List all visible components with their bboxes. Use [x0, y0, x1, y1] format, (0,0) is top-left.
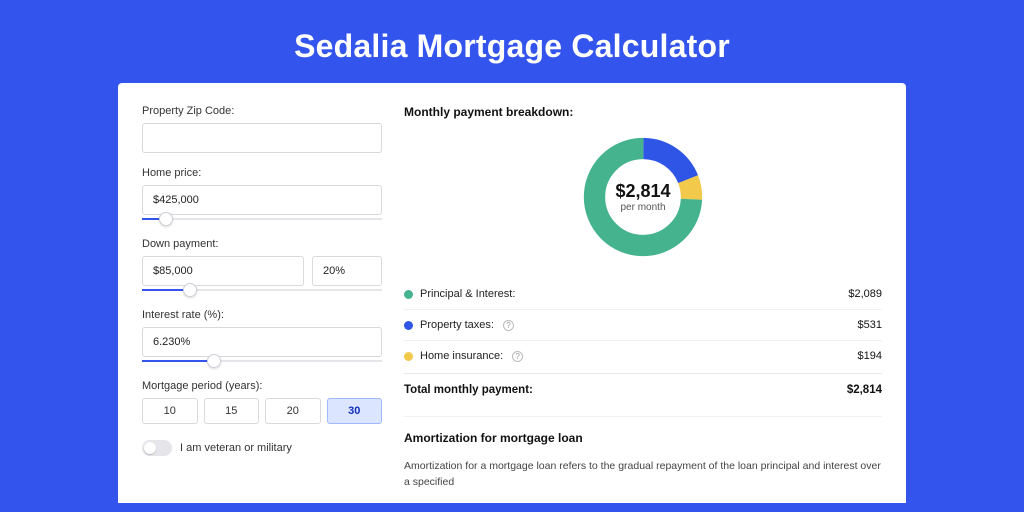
home-price-slider[interactable] [142, 214, 382, 224]
interest-rate-input[interactable] [142, 327, 382, 357]
down-payment-pct-input[interactable] [312, 256, 382, 286]
legend-label: Home insurance: [420, 350, 503, 362]
period-option-30[interactable]: 30 [327, 398, 383, 424]
veteran-toggle[interactable] [142, 440, 172, 456]
legend-dot-icon [404, 321, 413, 330]
down-payment-input[interactable] [142, 256, 304, 286]
interest-rate-field: Interest rate (%): [142, 309, 382, 366]
amortization-text: Amortization for a mortgage loan refers … [404, 459, 882, 491]
legend-row: Property taxes:? $531 [404, 310, 882, 341]
divider [404, 416, 882, 417]
slider-thumb[interactable] [183, 283, 197, 297]
total-row: Total monthly payment: $2,814 [404, 373, 882, 410]
legend-value: $2,089 [848, 288, 882, 300]
legend-label: Property taxes: [420, 319, 494, 331]
slider-thumb[interactable] [207, 354, 221, 368]
home-price-label: Home price: [142, 167, 382, 179]
home-price-input[interactable] [142, 185, 382, 215]
zip-input[interactable] [142, 123, 382, 153]
donut-sub: per month [620, 202, 665, 213]
info-icon[interactable]: ? [503, 320, 514, 331]
down-payment-field: Down payment: [142, 238, 382, 295]
legend-row: Principal & Interest: $2,089 [404, 279, 882, 310]
period-field: Mortgage period (years): 10152030 [142, 380, 382, 424]
legend-value: $531 [858, 319, 882, 331]
legend-value: $194 [858, 350, 882, 362]
zip-field: Property Zip Code: [142, 105, 382, 153]
total-label: Total monthly payment: [404, 384, 533, 396]
amortization-title: Amortization for mortgage loan [404, 431, 882, 445]
donut-chart: $2,814 per month [404, 133, 882, 261]
period-options: 10152030 [142, 398, 382, 424]
period-option-15[interactable]: 15 [204, 398, 260, 424]
interest-rate-label: Interest rate (%): [142, 309, 382, 321]
home-price-field: Home price: [142, 167, 382, 224]
period-label: Mortgage period (years): [142, 380, 382, 392]
veteran-row: I am veteran or military [142, 440, 382, 456]
interest-rate-slider[interactable] [142, 356, 382, 366]
breakdown-column: Monthly payment breakdown: $2,814 per mo… [404, 105, 882, 503]
legend-label: Principal & Interest: [420, 288, 515, 300]
slider-thumb[interactable] [159, 212, 173, 226]
donut-value: $2,814 [615, 181, 670, 202]
page-title: Sedalia Mortgage Calculator [0, 0, 1024, 83]
info-icon[interactable]: ? [512, 351, 523, 362]
calculator-app: Property Zip Code: Home price: Down paym… [118, 83, 906, 503]
veteran-label: I am veteran or military [180, 442, 292, 454]
total-value: $2,814 [847, 384, 882, 396]
breakdown-title: Monthly payment breakdown: [404, 105, 882, 119]
period-option-10[interactable]: 10 [142, 398, 198, 424]
form-column: Property Zip Code: Home price: Down paym… [142, 105, 382, 503]
legend-row: Home insurance:? $194 [404, 341, 882, 371]
zip-label: Property Zip Code: [142, 105, 382, 117]
legend-dot-icon [404, 352, 413, 361]
down-payment-label: Down payment: [142, 238, 382, 250]
period-option-20[interactable]: 20 [265, 398, 321, 424]
down-payment-slider[interactable] [142, 285, 382, 295]
legend-dot-icon [404, 290, 413, 299]
